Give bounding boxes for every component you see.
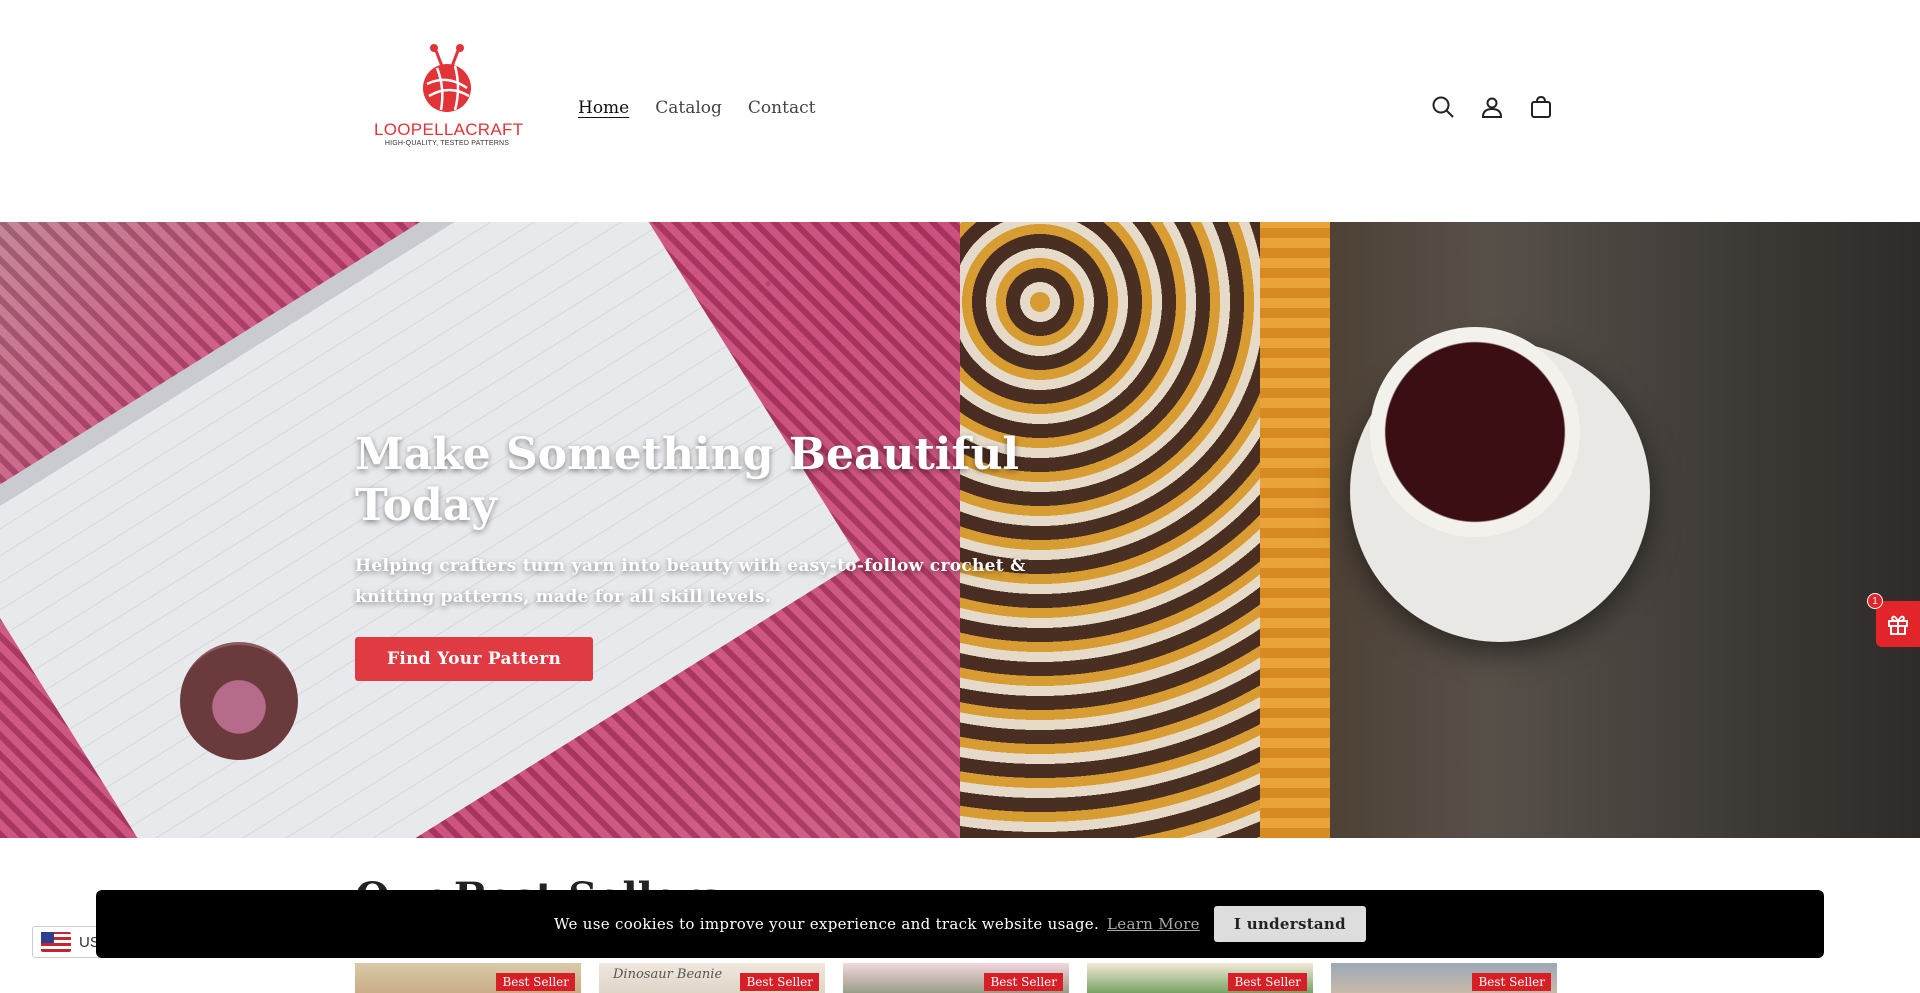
tea-cup-image — [1370, 327, 1580, 537]
find-pattern-button[interactable]: Find Your Pattern — [355, 637, 594, 682]
best-seller-badge: Best Seller — [740, 973, 819, 991]
gift-count-badge: 1 — [1867, 593, 1883, 609]
us-flag-icon — [41, 932, 71, 952]
donut-pen-image — [180, 642, 298, 760]
yarn-ball-icon — [423, 44, 471, 112]
brand-name: LOOPELLACRAFT — [374, 120, 524, 139]
product-card[interactable]: Dinosaur Beanie Best Seller — [599, 963, 825, 993]
accept-cookies-button[interactable]: I understand — [1213, 906, 1366, 942]
product-card[interactable]: Best Seller — [1331, 963, 1557, 993]
best-seller-badge: Best Seller — [496, 973, 575, 991]
best-seller-badge: Best Seller — [1228, 973, 1307, 991]
site-header: LOOPELLACRAFT HIGH-QUALITY, TESTED PATTE… — [0, 0, 1920, 222]
product-card[interactable]: Best Seller — [843, 963, 1069, 993]
cookie-message: We use cookies to improve your experienc… — [554, 915, 1100, 933]
gift-widget-button[interactable] — [1876, 601, 1920, 647]
hero-title: Make Something Beautiful Today — [355, 429, 1020, 531]
blanket-border-image — [1260, 222, 1330, 838]
brand-tagline: HIGH-QUALITY, TESTED PATTERNS — [384, 140, 510, 147]
nav-item-contact[interactable]: Contact — [748, 98, 816, 118]
hero-subtitle: Helping crafters turn yarn into beauty w… — [355, 556, 1026, 608]
cookie-banner: We use cookies to improve your experienc… — [96, 890, 1824, 958]
hero-banner: Make Something Beautiful Today Helping c… — [0, 222, 1920, 838]
header-icons — [1430, 94, 1554, 120]
best-seller-badge: Best Seller — [1472, 973, 1551, 991]
account-icon[interactable] — [1479, 94, 1505, 120]
product-image-label: Dinosaur Beanie — [613, 967, 723, 982]
product-card[interactable]: Best Seller — [355, 963, 581, 993]
cart-icon[interactable] — [1528, 94, 1554, 120]
best-seller-badge: Best Seller — [984, 973, 1063, 991]
best-sellers-grid: Best Seller Dinosaur Beanie Best Seller … — [355, 963, 1557, 993]
search-icon[interactable] — [1430, 94, 1456, 120]
learn-more-link[interactable]: Learn More — [1107, 915, 1200, 933]
nav-item-home[interactable]: Home — [578, 98, 629, 118]
hero-content: Make Something Beautiful Today Helping c… — [355, 429, 1115, 682]
product-card[interactable]: Best Seller — [1087, 963, 1313, 993]
main-nav: Home Catalog Contact — [578, 98, 815, 118]
gift-icon — [1888, 615, 1908, 635]
brand-logo[interactable]: LOOPELLACRAFT HIGH-QUALITY, TESTED PATTE… — [374, 44, 524, 156]
nav-item-catalog[interactable]: Catalog — [655, 98, 722, 118]
